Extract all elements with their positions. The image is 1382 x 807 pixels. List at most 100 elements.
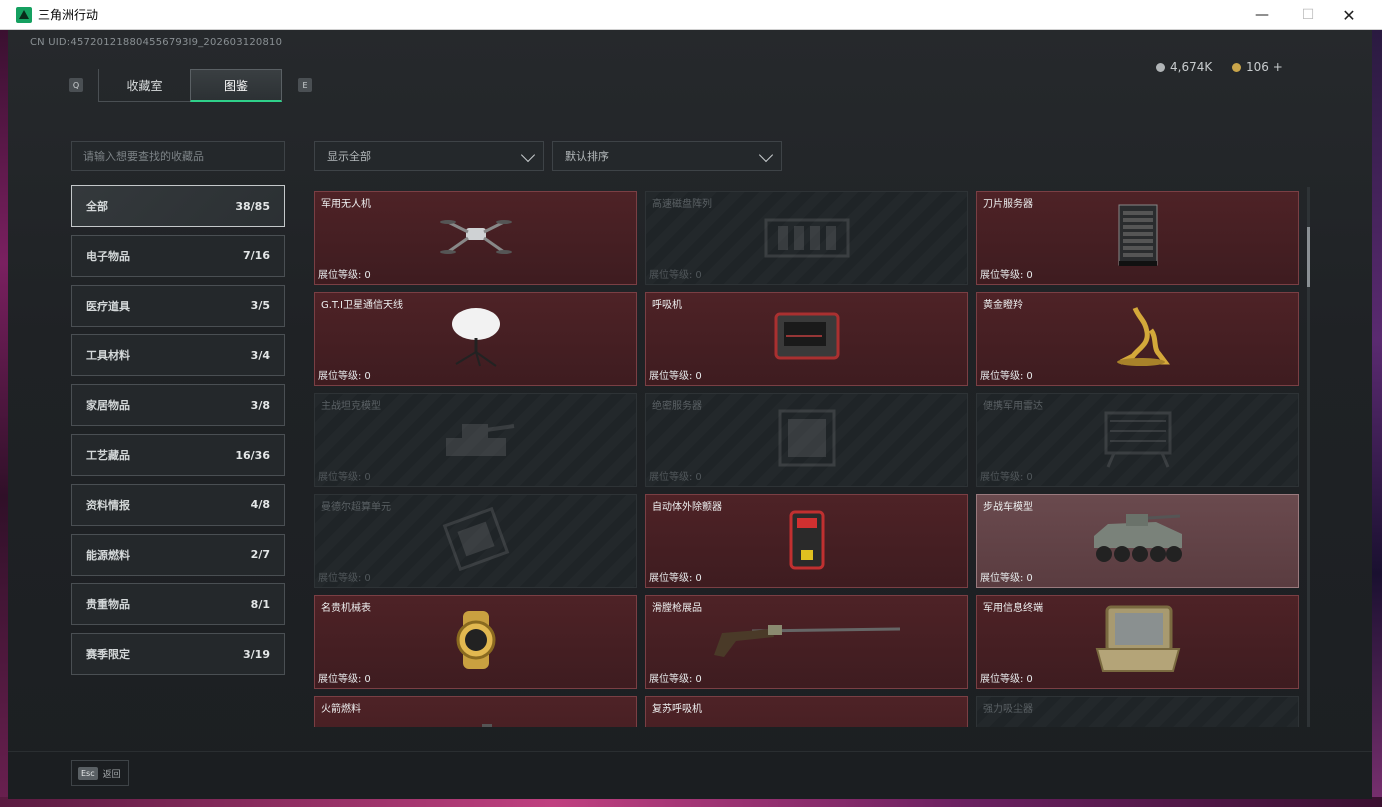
desktop-background-right (1372, 30, 1382, 807)
category-label: 贵重物品 (86, 598, 130, 612)
level-value: 0 (695, 371, 702, 382)
level-label: 展位等级: (318, 472, 362, 483)
collection-item-card[interactable]: 自动体外除颤器 展位等级: 0 (645, 494, 968, 588)
window-title: 三角洲行动 (38, 8, 99, 22)
close-icon[interactable]: ✕ (1326, 0, 1372, 30)
level-value: 0 (364, 472, 371, 483)
gold-coin-icon (1232, 62, 1241, 72)
collection-item-card[interactable]: G.T.I卫星通信天线展位等级: 0 (314, 292, 637, 386)
category-item[interactable]: 贵重物品 8/1 (71, 583, 285, 626)
item-level: 展位等级: 0 (318, 266, 371, 281)
item-name: G.T.I卫星通信天线 (321, 300, 403, 311)
collection-item-card[interactable]: 绝密服务器 展位等级: 0 (645, 393, 968, 487)
category-label: 工具材料 (86, 349, 130, 363)
secret-server-icon (772, 405, 842, 475)
back-button[interactable]: Esc 返回 (71, 760, 129, 786)
collection-item-card[interactable]: 军用信息终端展位等级: 0 (976, 595, 1299, 689)
category-item[interactable]: 工具材料 3/4 (71, 334, 285, 377)
category-label: 资料情报 (86, 498, 130, 512)
category-item[interactable]: 家居物品 3/8 (71, 384, 285, 427)
level-value: 0 (364, 573, 371, 584)
gold-amount: 106 + (1246, 60, 1283, 74)
level-label: 展位等级: (318, 270, 362, 281)
level-value: 0 (695, 674, 702, 685)
item-level: 展位等级: 0 (318, 367, 371, 382)
level-label: 展位等级: (649, 573, 693, 584)
collection-item-card[interactable]: 火箭燃料展位等级:0 (314, 696, 637, 727)
minimize-icon[interactable]: — (1239, 0, 1285, 30)
chevron-down-icon (520, 147, 536, 163)
ventilator-icon (772, 310, 842, 368)
game-window: CN UID:457201218804556793I9_202603120810… (8, 30, 1372, 799)
item-name: 军用信息终端 (983, 603, 1043, 614)
collection-item-card[interactable]: 名贵机械表 展位等级: 0 (314, 595, 637, 689)
level-value: 0 (1026, 270, 1033, 281)
scrollbar-thumb[interactable] (1307, 227, 1310, 287)
category-count: 38/85 (235, 199, 270, 213)
collection-item-card[interactable]: 呼吸机 展位等级: 0 (645, 292, 968, 386)
silver-coin-icon (1156, 62, 1165, 72)
category-item[interactable]: 能源燃料 2/7 (71, 533, 285, 576)
collection-item-card[interactable]: 便携军用雷达 展位等级: 0 (976, 393, 1299, 487)
disk-array-icon (762, 206, 852, 270)
display-filter-value: 显示全部 (327, 150, 371, 163)
item-name: 军用无人机 (321, 199, 371, 210)
item-level: 展位等级: 0 (980, 468, 1033, 483)
level-label: 展位等级: (980, 472, 1024, 483)
category-count: 3/5 (250, 299, 270, 313)
category-item[interactable]: 电子物品 7/16 (71, 234, 285, 277)
category-label: 工艺藏品 (86, 449, 130, 462)
category-item[interactable]: 全部 38/85 (71, 185, 285, 227)
item-name: 复苏呼吸机 (652, 704, 702, 715)
category-label: 全部 (86, 200, 108, 213)
sort-value: 默认排序 (565, 150, 609, 163)
level-value: 0 (364, 371, 371, 382)
item-name: 呼吸机 (652, 300, 682, 311)
collection-item-card[interactable]: 曼德尔超算单元 展位等级: 0 (314, 494, 637, 588)
blade-server-icon (1113, 203, 1163, 273)
level-label: 展位等级: (649, 270, 693, 281)
esc-key-hint: Esc (78, 766, 98, 780)
fuel-can-icon (446, 724, 506, 727)
gold-currency[interactable]: 106 + (1232, 60, 1283, 74)
collection-item-card[interactable]: 强力吸尘器展位等级:0 (976, 696, 1299, 727)
search-input[interactable]: 请输入想要查找的收藏品 (71, 141, 285, 171)
collection-item-card[interactable]: 军用无人机展位等级: 0 (314, 191, 637, 285)
sort-dropdown[interactable]: 默认排序 (552, 141, 782, 171)
level-value: 0 (364, 270, 371, 281)
category-item[interactable]: 赛季限定 3/19 (71, 633, 285, 676)
category-item[interactable]: 医疗道具 3/5 (71, 284, 285, 327)
maximize-icon[interactable]: ☐ (1285, 0, 1331, 30)
collection-item-card[interactable]: 黄金瞪羚 展位等级: 0 (976, 292, 1299, 386)
collection-item-card[interactable]: 复苏呼吸机展位等级:0 (645, 696, 968, 727)
tab-prev-key[interactable]: Q (69, 78, 83, 92)
collection-item-card[interactable]: 滑膛枪展品展位等级: 0 (645, 595, 968, 689)
category-count: 2/7 (250, 548, 270, 562)
display-filter-dropdown[interactable]: 显示全部 (314, 141, 544, 171)
tank-model-icon (436, 408, 516, 472)
item-level: 展位等级: 0 (649, 468, 702, 483)
silver-currency: 4,674K (1156, 60, 1212, 74)
level-value: 0 (695, 573, 702, 584)
tab-catalog[interactable]: 图鉴 (190, 69, 282, 102)
item-level: 展位等级: 0 (649, 569, 702, 584)
item-level: 展位等级: 0 (980, 670, 1033, 685)
terminal-icon (1095, 605, 1181, 679)
collection-item-card[interactable]: 高速磁盘阵列 展位等级: 0 (645, 191, 968, 285)
collection-item-card[interactable]: 刀片服务器 展位等级: 0 (976, 191, 1299, 285)
collection-item-card[interactable]: 主战坦克模型 展位等级: 0 (314, 393, 637, 487)
category-item[interactable]: 工艺藏品 16/36 (71, 434, 285, 476)
footer-bar: Esc 返回 (8, 751, 1372, 799)
item-name: 主战坦克模型 (321, 401, 381, 412)
category-label: 医疗道具 (86, 299, 130, 313)
level-label: 展位等级: (649, 674, 693, 685)
item-grid: 军用无人机 展位等级: 0 高速磁盘阵列 展位等级: 0 刀片服务器 展位等级: 0 G.T.I卫… (314, 191, 1304, 727)
desktop-background-left (0, 30, 8, 807)
collection-item-card[interactable]: 步战车模型 展位等级: 0 (976, 494, 1299, 588)
item-name: 步战车模型 (983, 502, 1033, 513)
tab-next-key[interactable]: E (298, 78, 312, 92)
category-item[interactable]: 资料情报 4/8 (71, 483, 285, 526)
tab-collection-room[interactable]: 收藏室 (98, 69, 190, 102)
item-name: 滑膛枪展品 (652, 603, 702, 614)
category-label: 电子物品 (86, 249, 130, 263)
